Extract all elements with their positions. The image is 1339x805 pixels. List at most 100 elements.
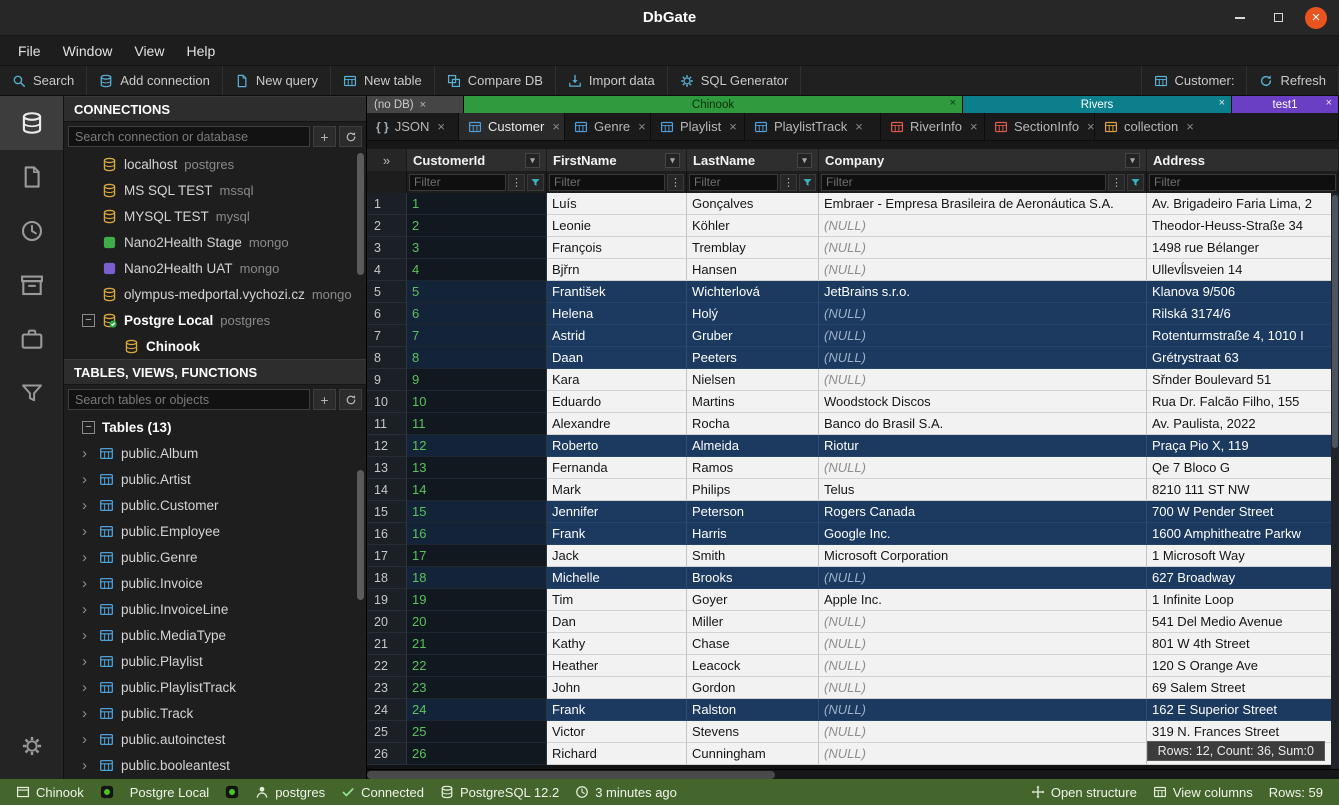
cell-firstname[interactable]: Bjřrn [547,259,687,281]
db-tab-test1[interactable]: test1× [1232,96,1339,113]
cell-company[interactable]: Telus [819,479,1147,501]
cell-company[interactable]: (NULL) [819,259,1147,281]
cell-lastname[interactable]: Gruber [687,325,819,347]
statusbar-item-3-minutes-ago[interactable]: 3 minutes ago [567,785,685,800]
grid-horizontal-scrollbar[interactable] [367,769,1339,779]
connection-item-ms-sql-test[interactable]: MS SQL TESTmssql [64,177,366,203]
collapse-icon[interactable]: − [82,314,95,327]
table-row[interactable]: 1717JackSmithMicrosoft Corporation1 Micr… [367,545,1339,567]
cell-company[interactable]: (NULL) [819,633,1147,655]
statusbar-item-indicator[interactable] [92,785,122,799]
cell-company[interactable]: (NULL) [819,457,1147,479]
cell-firstname[interactable]: Luís [547,193,687,215]
statusbar-item-open-structure[interactable]: Open structure [1023,785,1145,800]
funnel-icon[interactable] [1127,174,1144,191]
cell-company[interactable]: (NULL) [819,369,1147,391]
cell-lastname[interactable]: Nielsen [687,369,819,391]
close-icon[interactable]: × [855,119,863,134]
toolbar-button-search[interactable]: Search [0,66,87,95]
statusbar-item-connected[interactable]: Connected [333,785,432,800]
minimize-icon[interactable] [1229,7,1251,29]
table-row[interactable]: 66HelenaHolý(NULL)Rilská 3174/6 [367,303,1339,325]
cell-customerid[interactable]: 22 [407,655,547,677]
close-icon[interactable]: × [950,97,956,109]
cell-company[interactable]: (NULL) [819,721,1147,743]
cell-address[interactable]: 120 S Orange Ave [1147,655,1339,677]
cell-lastname[interactable]: Hansen [687,259,819,281]
cell-customerid[interactable]: 25 [407,721,547,743]
statusbar-item-postgresql-12-2[interactable]: PostgreSQL 12.2 [432,785,567,800]
cell-firstname[interactable]: Alexandre [547,413,687,435]
cell-firstname[interactable]: Frank [547,523,687,545]
cell-customerid[interactable]: 15 [407,501,547,523]
table-row[interactable]: 1919TimGoyerApple Inc.1 Infinite Loop [367,589,1339,611]
cell-address[interactable]: 541 Del Medio Avenue [1147,611,1339,633]
tab-collection[interactable]: collection× [1095,113,1339,140]
cell-company[interactable]: Microsoft Corporation [819,545,1147,567]
cell-address[interactable]: Theodor-Heuss-Straße 34 [1147,215,1339,237]
table-item-public-invoiceline[interactable]: ›public.InvoiceLine [64,596,366,622]
cell-firstname[interactable]: Michelle [547,567,687,589]
filter-menu-icon[interactable]: ⋮ [667,174,684,191]
cell-company[interactable]: (NULL) [819,743,1147,765]
cell-company[interactable]: Woodstock Discos [819,391,1147,413]
filter-menu-icon[interactable]: ⋮ [780,174,797,191]
table-row[interactable]: 2222HeatherLeacock(NULL)120 S Orange Ave [367,655,1339,677]
cell-company[interactable]: (NULL) [819,655,1147,677]
scrollbar-thumb[interactable] [1332,195,1338,448]
cell-customerid[interactable]: 21 [407,633,547,655]
cell-customerid[interactable]: 14 [407,479,547,501]
cell-lastname[interactable]: Gonçalves [687,193,819,215]
table-item-public-artist[interactable]: ›public.Artist [64,466,366,492]
cell-firstname[interactable]: Victor [547,721,687,743]
rail-briefcase-icon[interactable] [0,312,63,366]
scrollbar-thumb[interactable] [367,771,775,779]
cell-lastname[interactable]: Stevens [687,721,819,743]
cell-customerid[interactable]: 11 [407,413,547,435]
cell-customerid[interactable]: 16 [407,523,547,545]
cell-customerid[interactable]: 8 [407,347,547,369]
cell-company[interactable]: JetBrains s.r.o. [819,281,1147,303]
cell-address[interactable]: Ullevĺlsveien 14 [1147,259,1339,281]
cell-customerid[interactable]: 9 [407,369,547,391]
cell-customerid[interactable]: 24 [407,699,547,721]
chevron-right-icon[interactable]: › [82,757,92,774]
cell-customerid[interactable]: 4 [407,259,547,281]
cell-firstname[interactable]: Richard [547,743,687,765]
tab-playlisttrack[interactable]: PlaylistTrack× [745,113,881,140]
chevron-right-icon[interactable]: › [82,497,92,514]
cell-company[interactable]: Apple Inc. [819,589,1147,611]
cell-firstname[interactable]: Astrid [547,325,687,347]
table-row[interactable]: 44BjřrnHansen(NULL)Ullevĺlsveien 14 [367,259,1339,281]
table-item-public-employee[interactable]: ›public.Employee [64,518,366,544]
chevron-right-icon[interactable]: › [82,601,92,618]
cell-firstname[interactable]: Roberto [547,435,687,457]
cell-lastname[interactable]: Miller [687,611,819,633]
cell-lastname[interactable]: Chase [687,633,819,655]
cell-address[interactable]: Av. Brigadeiro Faria Lima, 2 [1147,193,1339,215]
cell-company[interactable]: (NULL) [819,347,1147,369]
cell-firstname[interactable]: Jack [547,545,687,567]
scrollbar-thumb[interactable] [357,153,364,275]
cell-address[interactable]: Qe 7 Bloco G [1147,457,1339,479]
chevron-right-icon[interactable]: › [82,575,92,592]
cell-customerid[interactable]: 18 [407,567,547,589]
add-connection-plus-button[interactable]: + [313,126,336,147]
cell-address[interactable]: Av. Paulista, 2022 [1147,413,1339,435]
close-icon[interactable]: × [638,119,646,134]
chevron-right-icon[interactable]: › [82,471,92,488]
table-item-public-playlist[interactable]: ›public.Playlist [64,648,366,674]
funnel-icon[interactable] [799,174,816,191]
table-row[interactable]: 1212RobertoAlmeidaRioturPraça Pio X, 119 [367,435,1339,457]
statusbar-item-view-columns[interactable]: View columns [1145,785,1261,800]
cell-lastname[interactable]: Philips [687,479,819,501]
tab-json[interactable]: { }JSON× [367,113,459,140]
table-row[interactable]: 1111AlexandreRochaBanco do Brasil S.A.Av… [367,413,1339,435]
grid-vertical-scrollbar[interactable] [1331,193,1339,769]
table-row[interactable]: 1818MichelleBrooks(NULL)627 Broadway [367,567,1339,589]
filter-input-firstname[interactable] [549,174,665,191]
table-row[interactable]: 2121KathyChase(NULL)801 W 4th Street [367,633,1339,655]
table-row[interactable]: 11LuísGonçalvesEmbraer - Empresa Brasile… [367,193,1339,215]
db-tab-chinook[interactable]: Chinook× [464,96,963,113]
cell-address[interactable]: 627 Broadway [1147,567,1339,589]
